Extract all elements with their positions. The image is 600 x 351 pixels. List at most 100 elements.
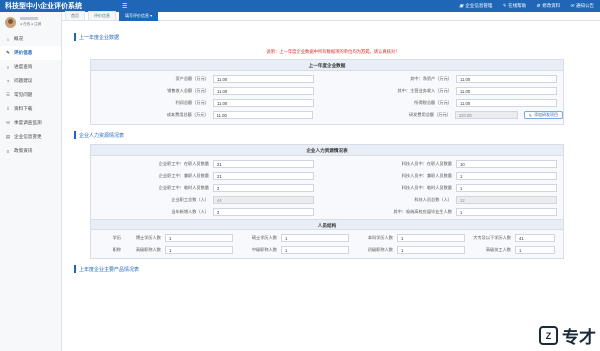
staff-fulltime-input[interactable]: 21 <box>213 160 314 168</box>
unit-notice: 说明：上一年度企业数据中所有数据项的单位均为万元，请认真核对！ <box>266 49 400 54</box>
field-label: 利润总额（万元） <box>175 100 209 105</box>
building-icon: ▣ <box>459 3 464 8</box>
field-label: 科技人员中：在职人员数量 <box>401 161 452 166</box>
sidebar-item-faq[interactable]: ☰ 常见问题 <box>0 88 61 102</box>
title-label: 职称 <box>112 247 121 252</box>
form-row: 资产总额（万元） 11.00 其中：净资产（万元） 11.00 <box>91 73 563 85</box>
menu-icon[interactable]: ☰ <box>122 3 127 10</box>
add-rd-project-button[interactable]: ✎ 添加研发项目 <box>523 111 564 119</box>
sidebar-item-evaluation[interactable]: ✎ 评价信息 <box>0 46 61 60</box>
sidebar-item-progress[interactable]: ⌕ 进度查询 <box>0 60 61 74</box>
home-icon: ⌂ <box>6 36 10 42</box>
sidebar-item-label: 常见问题 <box>14 92 33 97</box>
field-label: 其中：净资产（万元） <box>410 76 452 81</box>
staff-temporary-input[interactable]: 2 <box>213 184 314 192</box>
header-link-enterprise[interactable]: ▣ 企业信息管理 <box>459 3 492 9</box>
form-row: 利润总额（万元） 11.00 所得税总额（万元） 11.00 <box>91 97 563 109</box>
form-row: 当年新增人数（人） 2 其中：吸纳高校应届毕业生人数 1 <box>91 206 563 218</box>
document-icon: ▤ <box>5 134 11 139</box>
sidebar-item-survey[interactable]: ✉ 季度调查监测 <box>0 116 61 130</box>
form-row: 销售收入总额（万元） 11.00 其中：主营业务收入（万元） 11.00 <box>91 85 563 97</box>
edit-icon: ✎ <box>6 50 10 55</box>
section-title-products: 上年度企业主要产品情况表 <box>74 265 592 273</box>
sidebar-item-overview[interactable]: ⌂ 概况 <box>0 32 61 46</box>
sidebar-item-label: 概况 <box>14 36 24 41</box>
tab-bar: 首页 评价信息 填写评价信息 ▾ <box>62 11 600 21</box>
field-label: 高级技工人数 <box>485 247 511 252</box>
field-label: 科技人员总数（人） <box>414 197 452 202</box>
rd-expense-input: 220.00 <box>454 111 518 119</box>
sidebar-item-downloads[interactable]: ⇩ 资料下载 <box>0 102 61 116</box>
form-row: 成本费用总额（万元） 11.00 研发费用总额（万元） 220.00 ✎ 添加研发… <box>91 109 564 121</box>
total-profit-input[interactable]: 11.00 <box>213 99 314 107</box>
field-label: 企业职工中：临时人员数量 <box>158 185 209 190</box>
education-label: 学历 <box>112 235 121 240</box>
tech-parttime-input[interactable]: 1 <box>456 172 557 180</box>
main-content: 上一年度企业数据 说明：上一年度企业数据中所有数据项的单位均为万元，请认真核对！… <box>62 21 600 351</box>
tech-temporary-input[interactable]: 1 <box>456 184 557 192</box>
senior-technician-input[interactable]: 1 <box>515 246 555 254</box>
gear-icon: ⚙ <box>536 3 541 8</box>
college-count-input[interactable]: 41 <box>515 234 555 242</box>
header-link-help[interactable]: ✎ 在线帮助 <box>502 3 526 9</box>
form-row: 企业职工中：兼职人员数量 21 科技人员中：兼职人员数量 1 <box>91 170 563 182</box>
bell-icon: ✉ <box>570 3 574 8</box>
bachelor-count-input[interactable]: 1 <box>397 234 465 242</box>
field-label: 企业职工中：在职人员数量 <box>158 161 209 166</box>
main-business-revenue-input[interactable]: 11.00 <box>456 87 557 95</box>
panel-title: 上一年度企业数据 <box>91 60 563 71</box>
header-link-notice[interactable]: ✉ 通知公告 <box>570 3 594 9</box>
section-title-company-data: 上一年度企业数据 <box>74 33 592 41</box>
download-icon: ⇩ <box>6 106 10 111</box>
tab-home[interactable]: 首页 <box>65 11 85 21</box>
header-link-settings[interactable]: ⚙ 修改资料 <box>536 3 560 9</box>
header-links: ▣ 企业信息管理 ✎ 在线帮助 ⚙ 修改资料 ✉ 通知公告 <box>459 3 600 9</box>
form-row: 企业职工中：临时人员数量 2 科技人员中：临时人员数量 1 <box>91 182 563 194</box>
staff-parttime-input[interactable]: 21 <box>213 172 314 180</box>
field-label: 科技人员中：兼职人员数量 <box>401 173 452 178</box>
sidebar-item-label: 政策资讯 <box>14 148 33 153</box>
tab-evaluation[interactable]: 评价信息 <box>88 11 116 21</box>
field-label: 初级职称人数 <box>367 247 393 252</box>
total-assets-input[interactable]: 11.00 <box>213 75 314 83</box>
user-status[interactable]: ● 在线 ● 注销 <box>20 22 41 27</box>
title-row: 职称 高级职称人数 1 中级职称人数 1 初级职称人数 1 高级技工人数 1 <box>91 244 563 256</box>
master-count-input[interactable]: 1 <box>281 234 349 242</box>
tech-fulltime-input[interactable]: 10 <box>456 160 557 168</box>
watermark-text: 专才 <box>562 328 596 348</box>
new-hires-input[interactable]: 2 <box>213 208 314 216</box>
avatar <box>5 16 16 28</box>
tab-fill-evaluation[interactable]: 填写评价信息 ▾ <box>119 11 159 21</box>
field-label: 其中：主营业务收入（万元） <box>397 88 452 93</box>
pencil-icon: ✎ <box>502 3 507 8</box>
intermediate-title-input[interactable]: 1 <box>281 246 349 254</box>
tech-total-field: 12 <box>456 196 557 204</box>
field-label: 本科学历人数 <box>367 235 393 240</box>
junior-title-input[interactable]: 1 <box>397 246 465 254</box>
sidebar-item-label: 季度调查监测 <box>14 120 42 125</box>
field-label: 资产总额（万元） <box>175 76 209 81</box>
senior-title-input[interactable]: 1 <box>165 246 233 254</box>
education-row: 学历 博士学历人数 1 硕士学历人数 1 本科学历人数 1 大专及以下学历人数 … <box>91 232 563 244</box>
sales-revenue-input[interactable]: 11.00 <box>213 87 314 95</box>
panel-title: 企业人力资源情况表 <box>91 145 563 156</box>
sidebar-item-feedback[interactable]: ? 问题建议 <box>0 74 61 88</box>
sidebar-item-enterprise-change[interactable]: ▤ 企业信息变更 <box>0 130 61 144</box>
field-label: 企业职工中：兼职人员数量 <box>158 173 209 178</box>
graduates-hired-input[interactable]: 1 <box>456 208 557 216</box>
phd-count-input[interactable]: 1 <box>165 234 233 242</box>
field-label: 高级职称人数 <box>135 247 161 252</box>
user-name-blurred <box>20 17 38 20</box>
net-assets-input[interactable]: 11.00 <box>456 75 557 83</box>
total-cost-input[interactable]: 11.00 <box>212 111 314 119</box>
sidebar-item-policy[interactable]: ≡ 政策资讯 <box>0 144 61 158</box>
watermark: Z 专才 <box>539 323 596 348</box>
field-label: 企业职工总数（人） <box>171 197 209 202</box>
news-icon: ≡ <box>6 148 10 154</box>
sidebar-item-label: 进度查询 <box>14 64 33 69</box>
sidebar-item-label: 企业信息变更 <box>14 134 42 139</box>
app-title: 科技型中小企业评价系统 <box>5 3 82 10</box>
income-tax-input[interactable]: 11.00 <box>456 99 557 107</box>
sidebar-item-label: 评价信息 <box>14 50 33 55</box>
field-label: 大专及以下学历人数 <box>473 235 511 240</box>
